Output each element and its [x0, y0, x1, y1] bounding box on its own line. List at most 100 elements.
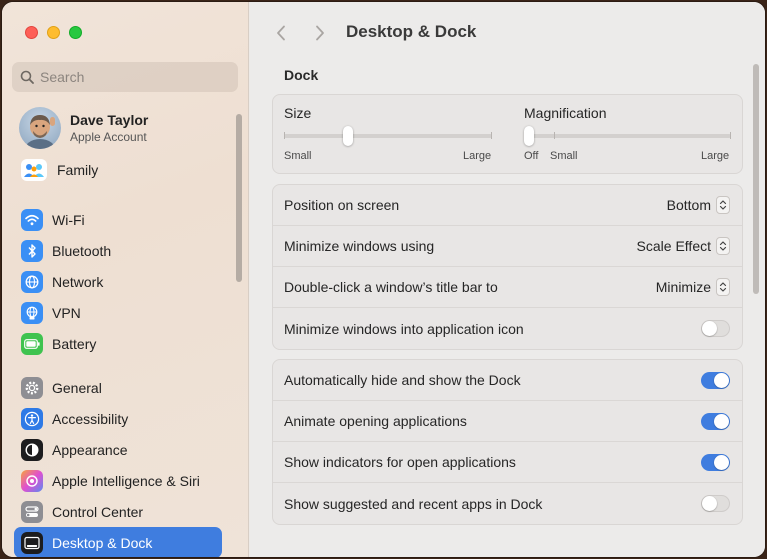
system-group: General Accessibility Appearance Apple I… [14, 372, 222, 557]
sidebar-item-label: General [52, 379, 102, 396]
dock-options-card: Position on screen Bottom Minimize windo… [272, 184, 743, 350]
row-label: Show indicators for open applications [284, 454, 516, 470]
magnification-tick-max [730, 132, 731, 139]
popup-value: Bottom [666, 197, 711, 213]
autohide-dock-row: Automatically hide and show the Dock [273, 360, 742, 401]
avatar [19, 107, 61, 149]
account-name: Dave Taylor [70, 112, 149, 128]
toolbar: Desktop & Dock [250, 2, 765, 58]
minimize-button[interactable] [47, 26, 60, 39]
family-label: Family [57, 162, 99, 178]
sidebar-scrollbar[interactable] [236, 114, 242, 282]
vpn-globe-icon [21, 301, 43, 324]
sidebar-item-label: Network [52, 273, 104, 290]
sidebar-item-apple-intelligence-siri[interactable]: Apple Intelligence & Siri [14, 465, 222, 496]
chevron-right-icon [316, 25, 324, 41]
dock-behavior-card: Automatically hide and show the Dock Ani… [272, 359, 743, 525]
network-group: Wi-Fi Bluetooth Network VPN Battery [14, 204, 222, 359]
suggested-apps-toggle[interactable] [701, 495, 730, 512]
size-tick-max [491, 132, 492, 139]
search-icon [20, 70, 34, 84]
chevron-left-icon [277, 25, 285, 41]
sidebar-item-vpn[interactable]: VPN [14, 297, 222, 328]
row-label: Minimize windows into application icon [284, 320, 524, 337]
bluetooth-icon [21, 239, 43, 262]
magnification-slider[interactable] [524, 134, 731, 138]
sidebar-item-label: VPN [52, 304, 81, 321]
sidebar-item-label: Desktop & Dock [52, 534, 153, 551]
dock-icon [21, 531, 43, 554]
sidebar-item-accessibility[interactable]: Accessibility [14, 403, 222, 434]
sidebar-item-family[interactable]: Family [21, 159, 98, 181]
sidebar-item-general[interactable]: General [14, 372, 222, 403]
sidebar-item-bluetooth[interactable]: Bluetooth [14, 235, 222, 266]
row-label: Show suggested and recent apps in Dock [284, 495, 543, 512]
minimize-into-icon-toggle[interactable] [701, 320, 730, 337]
globe-icon [21, 270, 43, 293]
control-center-icon [21, 500, 43, 523]
siri-icon [21, 469, 43, 492]
chevron-up-down-icon [716, 196, 730, 214]
sidebar-item-control-center[interactable]: Control Center [14, 496, 222, 527]
chevron-up-down-icon [716, 237, 730, 255]
size-slider-thumb[interactable] [343, 126, 354, 146]
sidebar-item-label: Bluetooth [52, 242, 112, 259]
row-label: Animate opening applications [284, 413, 467, 429]
accessibility-icon [21, 407, 43, 430]
position-on-screen-row: Position on screen Bottom [273, 185, 742, 226]
size-slider-title: Size [284, 105, 312, 121]
row-label: Position on screen [284, 197, 400, 213]
minimize-effect-popup[interactable]: Scale Effect [637, 237, 730, 255]
magnification-off-label: Off [524, 150, 539, 162]
dock-size-card: Size Small Large Magnification Off Small… [272, 94, 743, 174]
sidebar-item-appearance[interactable]: Appearance [14, 434, 222, 465]
magnification-min-label: Small [550, 150, 578, 162]
close-button[interactable] [25, 26, 38, 39]
magnification-max-label: Large [701, 150, 730, 162]
row-label: Double-click a window’s title bar to [284, 279, 498, 295]
forward-button[interactable] [311, 24, 329, 42]
main-scrollbar[interactable] [753, 64, 759, 294]
suggested-apps-row: Show suggested and recent apps in Dock [273, 483, 742, 524]
magnification-tick-small [554, 132, 555, 139]
appearance-icon [21, 438, 43, 461]
search-input[interactable] [40, 69, 220, 85]
minimize-using-row: Minimize windows using Scale Effect [273, 226, 742, 267]
search-field[interactable] [12, 62, 238, 92]
size-slider[interactable] [284, 134, 492, 138]
show-indicators-toggle[interactable] [701, 453, 730, 471]
magnification-slider-title: Magnification [524, 105, 607, 121]
sidebar-item-label: Apple Intelligence & Siri [52, 472, 200, 489]
sidebar-item-battery[interactable]: Battery [14, 328, 222, 359]
sidebar-item-desktop-dock[interactable]: Desktop & Dock [14, 527, 222, 557]
animate-opening-row: Animate opening applications [273, 401, 742, 442]
size-slider-group: Size Small Large [284, 105, 494, 165]
sidebar-item-label: Control Center [52, 503, 144, 520]
chevron-up-down-icon [716, 278, 730, 296]
section-heading-dock: Dock [284, 67, 319, 83]
magnification-slider-thumb[interactable] [524, 126, 534, 146]
family-icon [21, 159, 47, 181]
sidebar-item-label: Wi-Fi [52, 211, 85, 228]
row-label: Automatically hide and show the Dock [284, 372, 521, 388]
back-button[interactable] [272, 24, 290, 42]
battery-icon [21, 332, 43, 355]
popup-value: Minimize [655, 279, 711, 295]
main-pane: Desktop & Dock Dock Size Small Large Mag… [250, 2, 765, 557]
sidebar-item-network[interactable]: Network [14, 266, 222, 297]
size-max-label: Large [463, 150, 492, 162]
apple-account[interactable]: Dave Taylor Apple Account [19, 107, 148, 149]
double-click-popup[interactable]: Minimize [656, 278, 730, 296]
row-label: Minimize windows using [284, 238, 435, 254]
autohide-dock-toggle[interactable] [701, 371, 730, 389]
sidebar-item-label: Appearance [52, 441, 128, 458]
zoom-button[interactable] [69, 26, 82, 39]
page-title: Desktop & Dock [346, 22, 477, 41]
size-min-label: Small [284, 150, 312, 162]
sidebar-item-wifi[interactable]: Wi-Fi [14, 204, 222, 235]
minimize-into-icon-row: Minimize windows into application icon [273, 308, 742, 349]
position-popup[interactable]: Bottom [667, 196, 730, 214]
window-controls [25, 26, 82, 39]
animate-opening-toggle[interactable] [701, 412, 730, 430]
magnification-slider-group: Magnification Off Small Large [524, 105, 734, 165]
